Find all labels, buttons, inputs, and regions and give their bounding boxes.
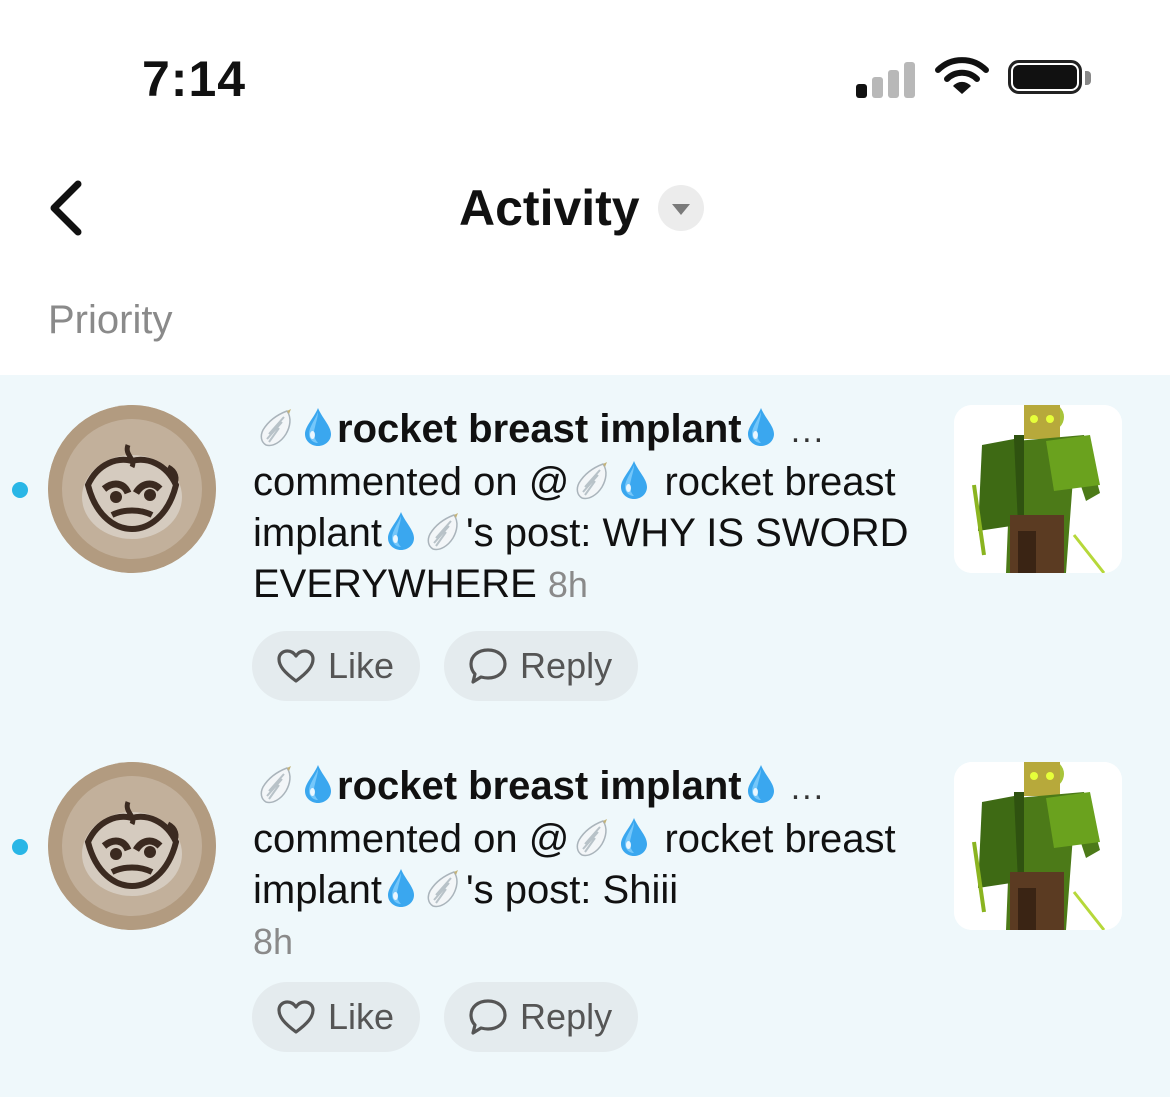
speech-bubble-icon xyxy=(469,648,507,684)
action-row: Like Reply xyxy=(252,982,639,1052)
wing-emoji-icon xyxy=(424,512,462,552)
reply-label: Reply xyxy=(520,645,613,686)
header: Activity xyxy=(0,150,1170,270)
droplet-emoji-icon xyxy=(618,816,650,858)
activity-list: rocket breast implant ... commented on @… xyxy=(0,375,1170,1097)
avatar[interactable] xyxy=(48,762,216,930)
heart-icon xyxy=(277,1000,315,1034)
like-button[interactable]: Like xyxy=(252,631,421,701)
activity-text: rocket breast implant ... commented on @… xyxy=(253,404,918,610)
action-row: Like Reply xyxy=(252,631,639,701)
possessive-text: 's post: xyxy=(465,511,603,555)
comment-text: Shiii xyxy=(602,868,679,912)
unread-indicator xyxy=(12,482,28,498)
back-chevron-icon xyxy=(50,180,82,236)
wing-emoji-icon xyxy=(424,869,462,909)
header-title-group: Activity xyxy=(459,178,704,238)
wifi-icon xyxy=(934,56,990,98)
username-link[interactable]: rocket breast implant xyxy=(337,407,742,451)
wing-emoji-icon xyxy=(257,765,295,805)
reply-button[interactable]: Reply xyxy=(444,631,639,701)
timestamp: 8h xyxy=(253,921,294,962)
post-thumbnail[interactable] xyxy=(954,405,1122,573)
unread-indicator xyxy=(12,839,28,855)
wing-emoji-icon xyxy=(257,408,295,448)
timestamp: 8h xyxy=(547,564,588,605)
droplet-emoji-icon xyxy=(745,406,777,448)
action-text: commented on @ xyxy=(253,817,570,861)
droplet-emoji-icon xyxy=(302,763,334,805)
activity-item[interactable]: rocket breast implant ... commented on @… xyxy=(0,375,1170,725)
dropdown-triangle-icon xyxy=(671,204,690,215)
activity-text: rocket breast implant ... commented on @… xyxy=(253,761,918,967)
section-label: Priority xyxy=(48,298,173,342)
avatar[interactable] xyxy=(48,405,216,573)
droplet-emoji-icon xyxy=(302,406,334,448)
status-time: 7:14 xyxy=(142,51,247,107)
activity-item[interactable]: rocket breast implant ... commented on @… xyxy=(0,733,1170,1083)
like-label: Like xyxy=(328,996,395,1037)
battery-icon xyxy=(1008,60,1092,98)
truncation-ellipsis: ... xyxy=(790,769,826,807)
page-title: Activity xyxy=(459,180,640,236)
speech-bubble-icon xyxy=(469,999,507,1035)
status-bar: 7:14 xyxy=(0,0,1170,150)
droplet-emoji-icon xyxy=(385,510,417,552)
signal-icon xyxy=(856,60,916,98)
post-thumbnail[interactable] xyxy=(954,762,1122,930)
wing-emoji-icon xyxy=(573,818,611,858)
activity-filter-dropdown[interactable] xyxy=(657,185,704,231)
reply-button[interactable]: Reply xyxy=(444,982,639,1052)
like-button[interactable]: Like xyxy=(252,982,421,1052)
heart-icon xyxy=(277,649,315,683)
back-button[interactable] xyxy=(40,176,100,240)
droplet-emoji-icon xyxy=(745,763,777,805)
droplet-emoji-icon xyxy=(618,459,650,501)
droplet-emoji-icon xyxy=(385,867,417,909)
wing-emoji-icon xyxy=(573,461,611,501)
reply-label: Reply xyxy=(520,996,613,1037)
username-link[interactable]: rocket breast implant xyxy=(337,764,742,808)
possessive-text: 's post: xyxy=(465,868,603,912)
like-label: Like xyxy=(328,645,395,686)
action-text: commented on @ xyxy=(253,460,570,504)
truncation-ellipsis: ... xyxy=(790,412,826,450)
